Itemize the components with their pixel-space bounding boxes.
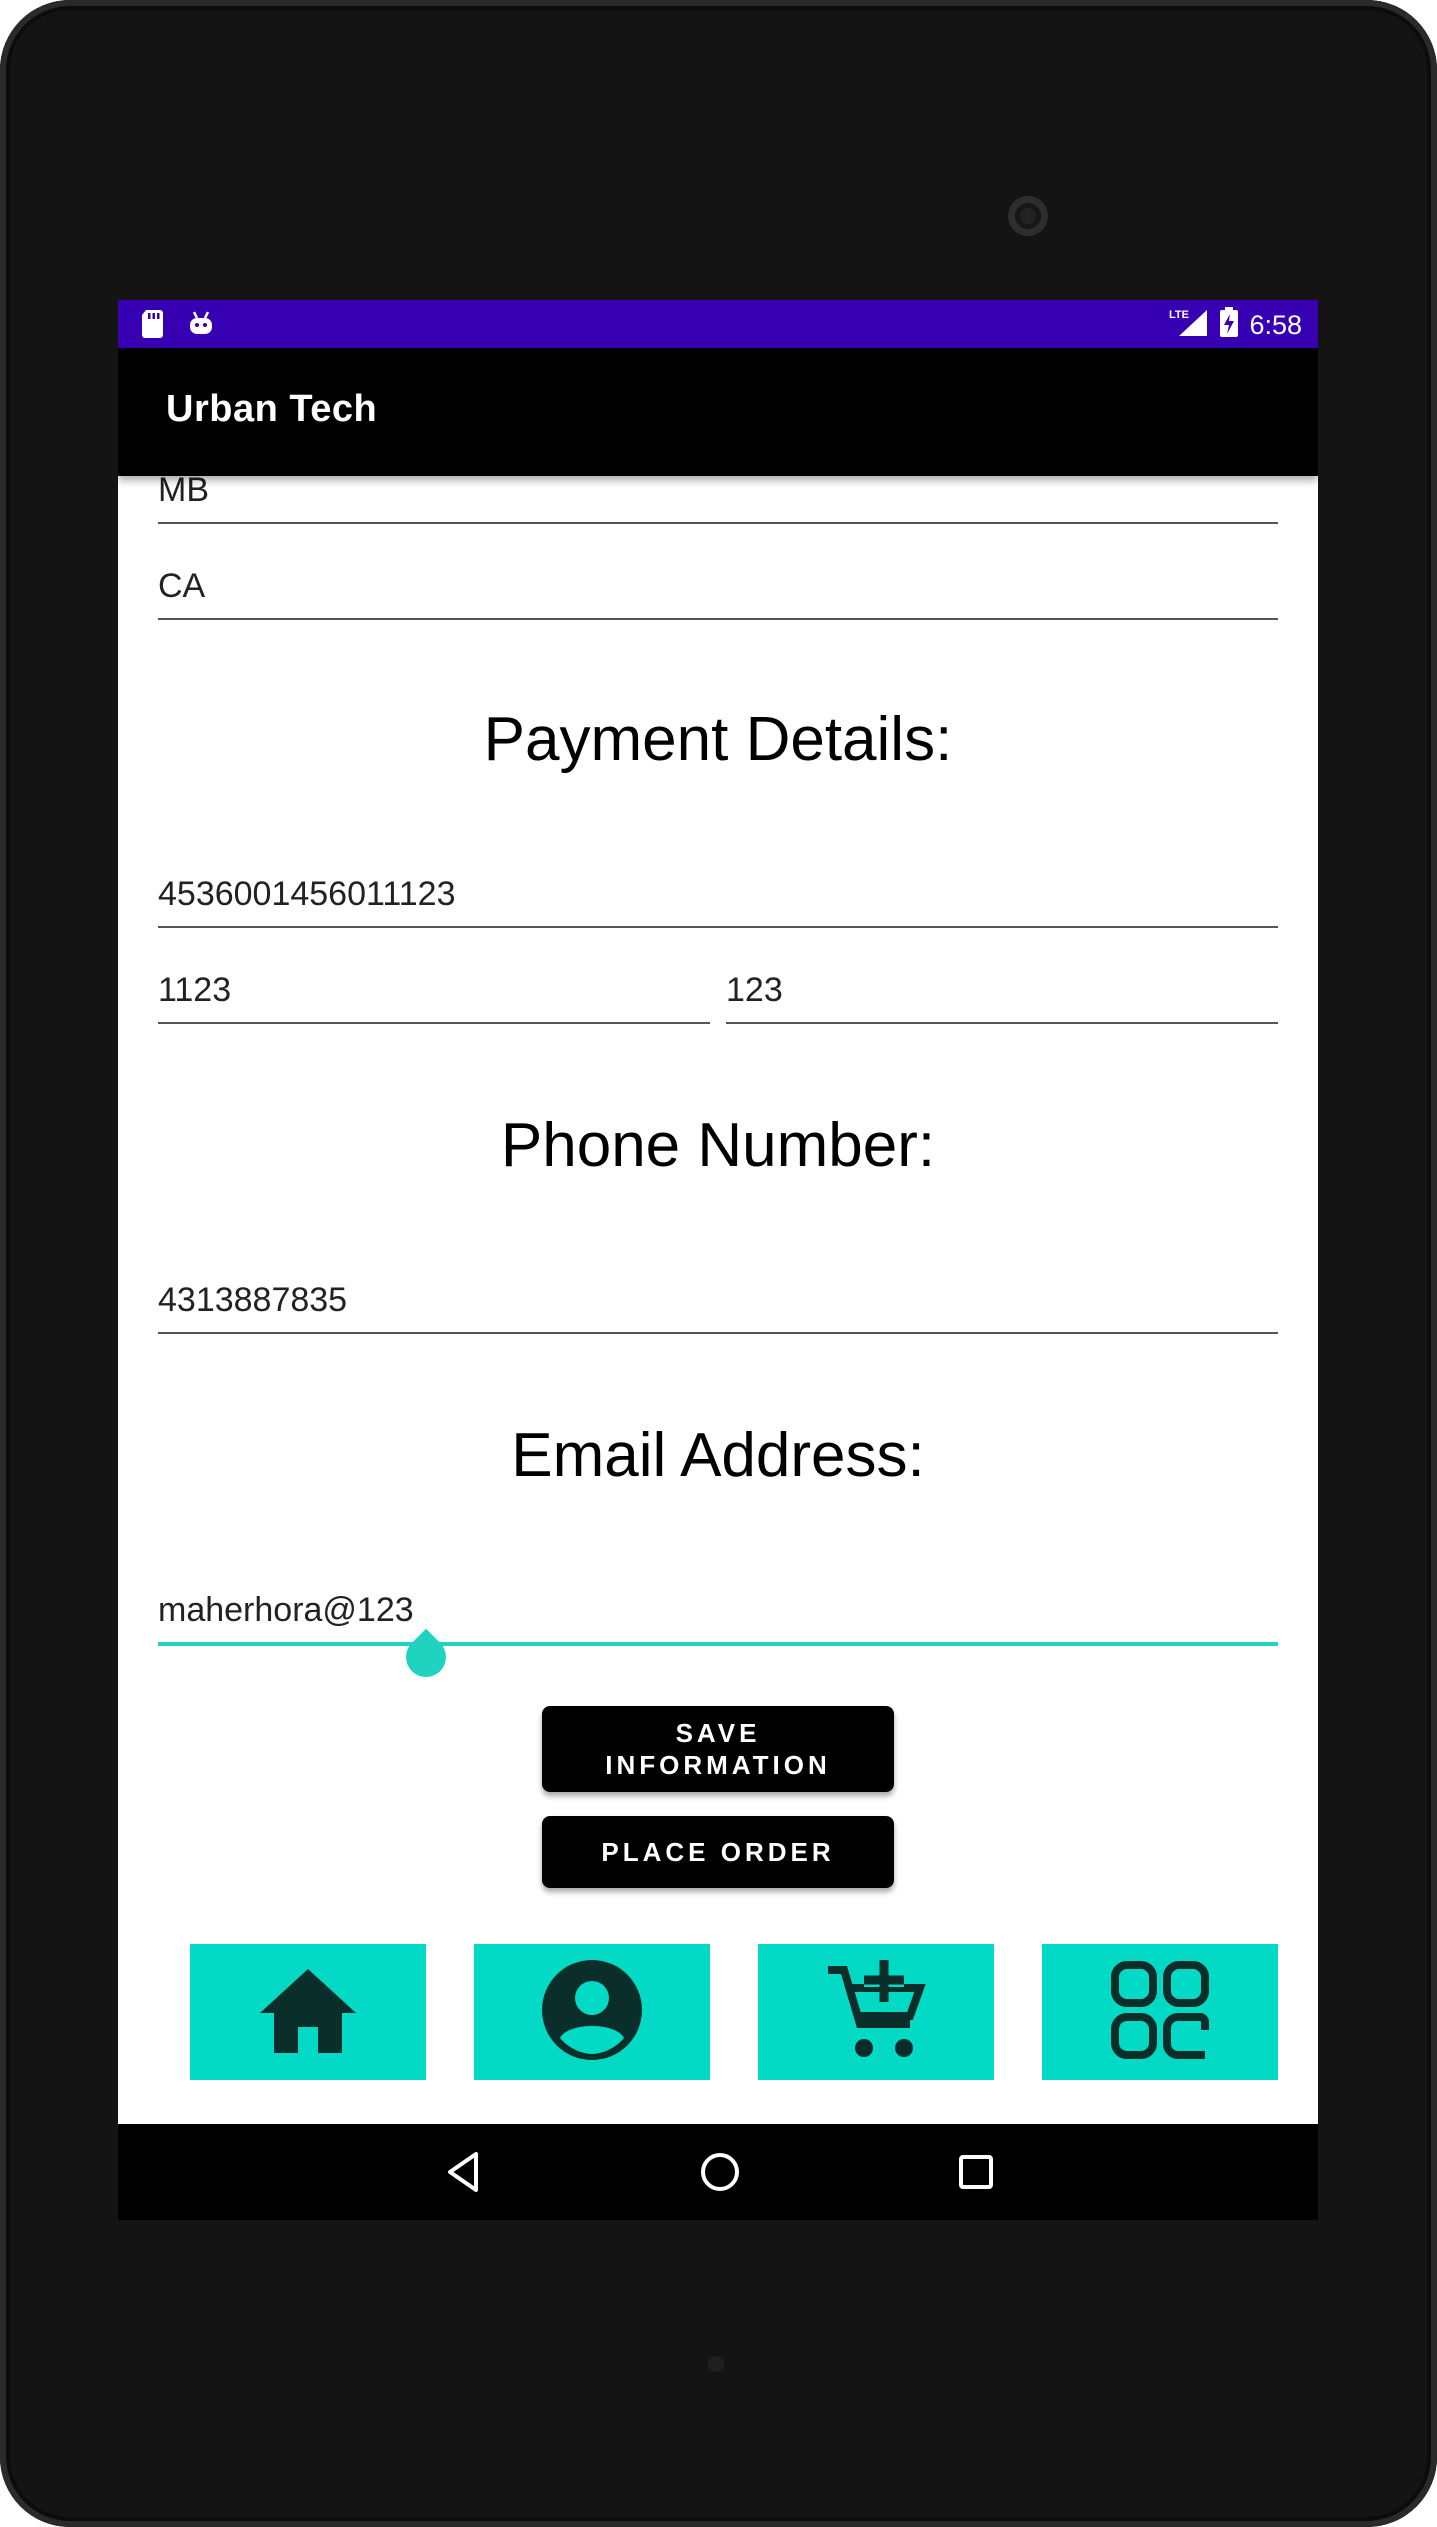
battery-charging-icon [1219, 306, 1239, 343]
back-icon[interactable] [440, 2148, 488, 2196]
province-value: MB [158, 471, 209, 509]
recents-icon[interactable] [952, 2148, 1000, 2196]
phone-heading: Phone Number: [500, 1111, 936, 1180]
app-title: Urban Tech [166, 388, 378, 430]
cvv-field[interactable]: 123 [726, 942, 1278, 1024]
email-value: maherhora@123 [158, 1591, 414, 1629]
status-bar: LTE 6:58 [118, 300, 1318, 348]
save-button-line2: INFORMATION [605, 1750, 831, 1780]
card-number-value: 4536001456011123 [158, 875, 456, 913]
cvv-value: 123 [726, 971, 783, 1009]
phone-field[interactable]: 4313887835 [158, 1252, 1278, 1334]
sd-card-icon [140, 308, 166, 343]
place-order-button[interactable]: PLACE ORDER [542, 1816, 894, 1888]
tablet-device: LTE 6:58 Urban Tech MB CA Payment Detail… [0, 0, 1437, 2527]
email-heading: Email Address: [511, 1421, 925, 1490]
nav-home-button[interactable] [190, 1944, 426, 2080]
save-button-line1: SAVE [675, 1718, 761, 1748]
save-information-button[interactable]: SAVE INFORMATION [542, 1706, 894, 1792]
nav-cart-button[interactable] [758, 1944, 994, 2080]
expiry-value: 1123 [158, 971, 232, 1009]
payment-heading: Payment Details: [483, 705, 953, 774]
screen: LTE 6:58 Urban Tech MB CA Payment Detail… [118, 300, 1318, 2220]
lte-label: LTE [1169, 309, 1189, 321]
front-camera [1008, 196, 1048, 236]
country-field[interactable]: CA [158, 536, 1278, 620]
system-nav-bar [118, 2124, 1318, 2220]
checkout-form: MB CA Payment Details: 4536001456011123 … [118, 471, 1318, 2124]
home-circle-icon[interactable] [696, 2148, 744, 2196]
lte-signal-icon: LTE [1169, 306, 1209, 343]
nav-profile-button[interactable] [474, 1944, 710, 2080]
apps-grid-icon [1110, 1960, 1210, 2065]
status-time: 6:58 [1249, 309, 1302, 340]
place-order-label: PLACE ORDER [601, 1836, 835, 1867]
add-to-cart-icon [824, 1958, 928, 2067]
profile-icon [540, 1958, 644, 2067]
android-debug-icon [186, 308, 216, 343]
card-number-field[interactable]: 4536001456011123 [158, 846, 1278, 928]
app-bar: Urban Tech [118, 348, 1318, 476]
phone-value: 4313887835 [158, 1281, 348, 1319]
nav-apps-button[interactable] [1042, 1944, 1278, 2080]
home-icon [256, 1965, 360, 2060]
device-sensor [708, 2356, 724, 2372]
email-field[interactable]: maherhora@123 [158, 1562, 1278, 1646]
country-value: CA [158, 567, 206, 605]
expiry-field[interactable]: 1123 [158, 942, 710, 1024]
